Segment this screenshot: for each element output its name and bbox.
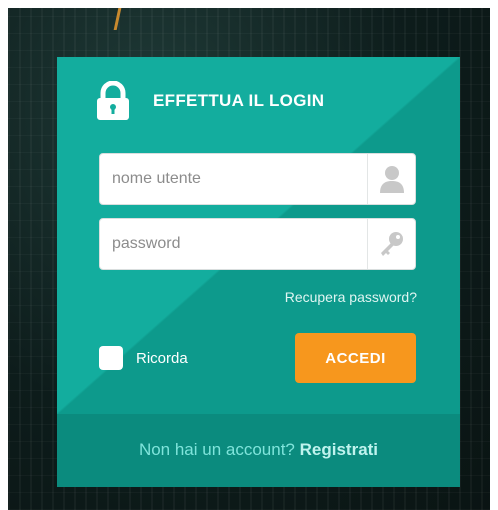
login-button[interactable]: ACCEDI <box>295 333 416 383</box>
lock-icon <box>97 81 129 120</box>
password-field[interactable] <box>99 218 416 270</box>
password-input[interactable] <box>100 219 368 269</box>
login-title: EFFETTUA IL LOGIN <box>153 91 325 110</box>
login-panel: EFFETTUA IL LOGIN Recupera password? Ric… <box>57 57 460 487</box>
user-icon <box>367 154 415 204</box>
username-field[interactable] <box>99 153 416 205</box>
remember-me[interactable]: Ricorda <box>99 346 188 370</box>
remember-label: Ricorda <box>136 349 188 367</box>
register-link[interactable]: Registrati <box>300 440 378 459</box>
register-prompt-text: Non hai un account? <box>138 440 295 459</box>
recover-password-link[interactable]: Recupera password? <box>285 289 417 305</box>
username-input[interactable] <box>100 154 368 204</box>
remember-checkbox[interactable] <box>99 346 123 370</box>
key-icon <box>367 219 415 269</box>
register-prompt: Non hai un account? Registrati <box>57 440 460 460</box>
